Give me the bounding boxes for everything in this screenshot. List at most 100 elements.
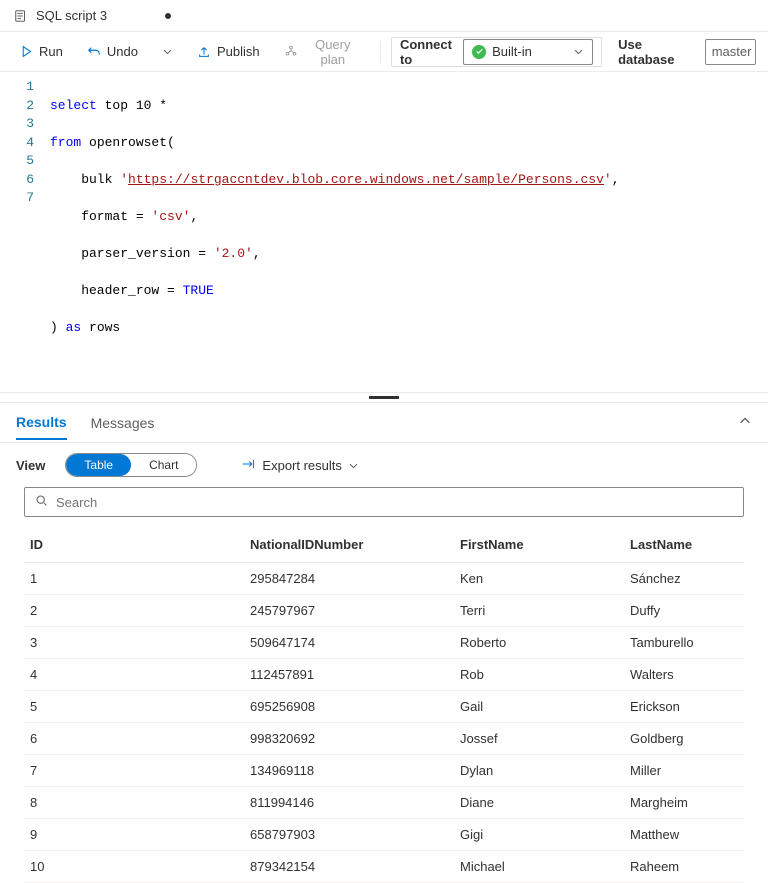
query-plan-icon: [284, 45, 298, 59]
cell: 6: [24, 723, 244, 755]
cell: Rob: [454, 659, 624, 691]
play-icon: [20, 45, 33, 58]
cell: 9: [24, 819, 244, 851]
cell: 2: [24, 595, 244, 627]
view-toggle: Table Chart: [65, 453, 197, 477]
cell: Michael: [454, 851, 624, 883]
col-lastname[interactable]: LastName: [624, 527, 744, 563]
chevron-down-icon: [162, 46, 173, 57]
line-numbers: 1 2 3 4 5 6 7: [0, 78, 50, 374]
pane-resize-handle[interactable]: [0, 393, 768, 403]
table-row[interactable]: 6998320692JossefGoldberg: [24, 723, 744, 755]
table-row[interactable]: 9658797903GigiMatthew: [24, 819, 744, 851]
cell: Walters: [624, 659, 744, 691]
col-firstname[interactable]: FirstName: [454, 527, 624, 563]
search-input[interactable]: [56, 495, 733, 510]
table-row[interactable]: 1295847284KenSánchez: [24, 563, 744, 595]
chevron-up-icon: [738, 416, 752, 431]
search-wrap: [0, 487, 768, 527]
search-icon: [35, 494, 48, 510]
cell: 112457891: [244, 659, 454, 691]
publish-icon: [197, 45, 211, 59]
cell: Goldberg: [624, 723, 744, 755]
cell: 1: [24, 563, 244, 595]
database-select[interactable]: master: [705, 39, 756, 65]
cell: Raheem: [624, 851, 744, 883]
cell: 245797967: [244, 595, 454, 627]
results-tabs: Results Messages: [0, 403, 768, 443]
cell: 509647174: [244, 627, 454, 659]
use-database-label: Use database: [618, 37, 697, 67]
cell: Ken: [454, 563, 624, 595]
dirty-indicator-icon: [165, 13, 171, 19]
code-content: select top 10 * from openrowset( bulk 'h…: [50, 78, 768, 374]
table-row[interactable]: 3509647174RobertoTamburello: [24, 627, 744, 659]
col-nationalid[interactable]: NationalIDNumber: [244, 527, 454, 563]
col-id[interactable]: ID: [24, 527, 244, 563]
chevron-down-icon: [573, 46, 584, 57]
cell: Duffy: [624, 595, 744, 627]
cell: 3: [24, 627, 244, 659]
cell: Roberto: [454, 627, 624, 659]
cell: 998320692: [244, 723, 454, 755]
table-row[interactable]: 8811994146DianeMargheim: [24, 787, 744, 819]
toolbar: Run Undo Publish Query plan Connect to B…: [0, 32, 768, 72]
view-label: View: [16, 458, 45, 473]
table-row[interactable]: 7134969118DylanMiller: [24, 755, 744, 787]
tab-messages[interactable]: Messages: [91, 407, 155, 439]
query-plan-button[interactable]: Query plan: [276, 38, 370, 66]
publish-button[interactable]: Publish: [189, 38, 268, 66]
search-box[interactable]: [24, 487, 744, 517]
cell: 295847284: [244, 563, 454, 595]
results-table: ID NationalIDNumber FirstName LastName 1…: [24, 527, 744, 883]
cell: 658797903: [244, 819, 454, 851]
table-row[interactable]: 5695256908GailErickson: [24, 691, 744, 723]
cell: 8: [24, 787, 244, 819]
undo-button[interactable]: Undo: [79, 38, 146, 66]
cell: Dylan: [454, 755, 624, 787]
connection-value: Built-in: [492, 44, 567, 59]
connection-select[interactable]: Built-in: [463, 39, 593, 65]
cell: Diane: [454, 787, 624, 819]
connect-to-label: Connect to: [400, 37, 455, 67]
cell: 7: [24, 755, 244, 787]
table-row[interactable]: 4112457891RobWalters: [24, 659, 744, 691]
view-controls: View Table Chart Export results: [0, 443, 768, 487]
cell: Gigi: [454, 819, 624, 851]
check-circle-icon: [472, 45, 486, 59]
cell: 10: [24, 851, 244, 883]
table-row[interactable]: 2245797967TerriDuffy: [24, 595, 744, 627]
view-chart-button[interactable]: Chart: [131, 454, 196, 476]
collapse-results-button[interactable]: [738, 414, 752, 431]
cell: 695256908: [244, 691, 454, 723]
cell: 4: [24, 659, 244, 691]
export-icon: [241, 457, 256, 474]
cell: Tamburello: [624, 627, 744, 659]
script-icon: [14, 9, 28, 23]
cell: Terri: [454, 595, 624, 627]
tab-results[interactable]: Results: [16, 406, 67, 440]
table-row[interactable]: 10879342154MichaelRaheem: [24, 851, 744, 883]
divider: [380, 41, 381, 63]
tab-bar: SQL script 3: [0, 0, 768, 32]
cell: Gail: [454, 691, 624, 723]
chevron-down-icon: [348, 460, 359, 471]
undo-dropdown-button[interactable]: [154, 38, 181, 66]
run-button[interactable]: Run: [12, 38, 71, 66]
cell: Jossef: [454, 723, 624, 755]
undo-icon: [87, 45, 101, 59]
database-value: master: [712, 44, 752, 59]
header-row: ID NationalIDNumber FirstName LastName: [24, 527, 744, 563]
cell: Matthew: [624, 819, 744, 851]
cell: 811994146: [244, 787, 454, 819]
cell: Erickson: [624, 691, 744, 723]
view-table-button[interactable]: Table: [66, 454, 131, 476]
tab-sql-script[interactable]: SQL script 3: [0, 0, 185, 31]
cell: Miller: [624, 755, 744, 787]
export-results-button[interactable]: Export results: [241, 457, 358, 474]
cell: 134969118: [244, 755, 454, 787]
code-editor[interactable]: 1 2 3 4 5 6 7 select top 10 * from openr…: [0, 72, 768, 393]
cell: Sánchez: [624, 563, 744, 595]
cell: 879342154: [244, 851, 454, 883]
tab-title: SQL script 3: [36, 8, 107, 23]
